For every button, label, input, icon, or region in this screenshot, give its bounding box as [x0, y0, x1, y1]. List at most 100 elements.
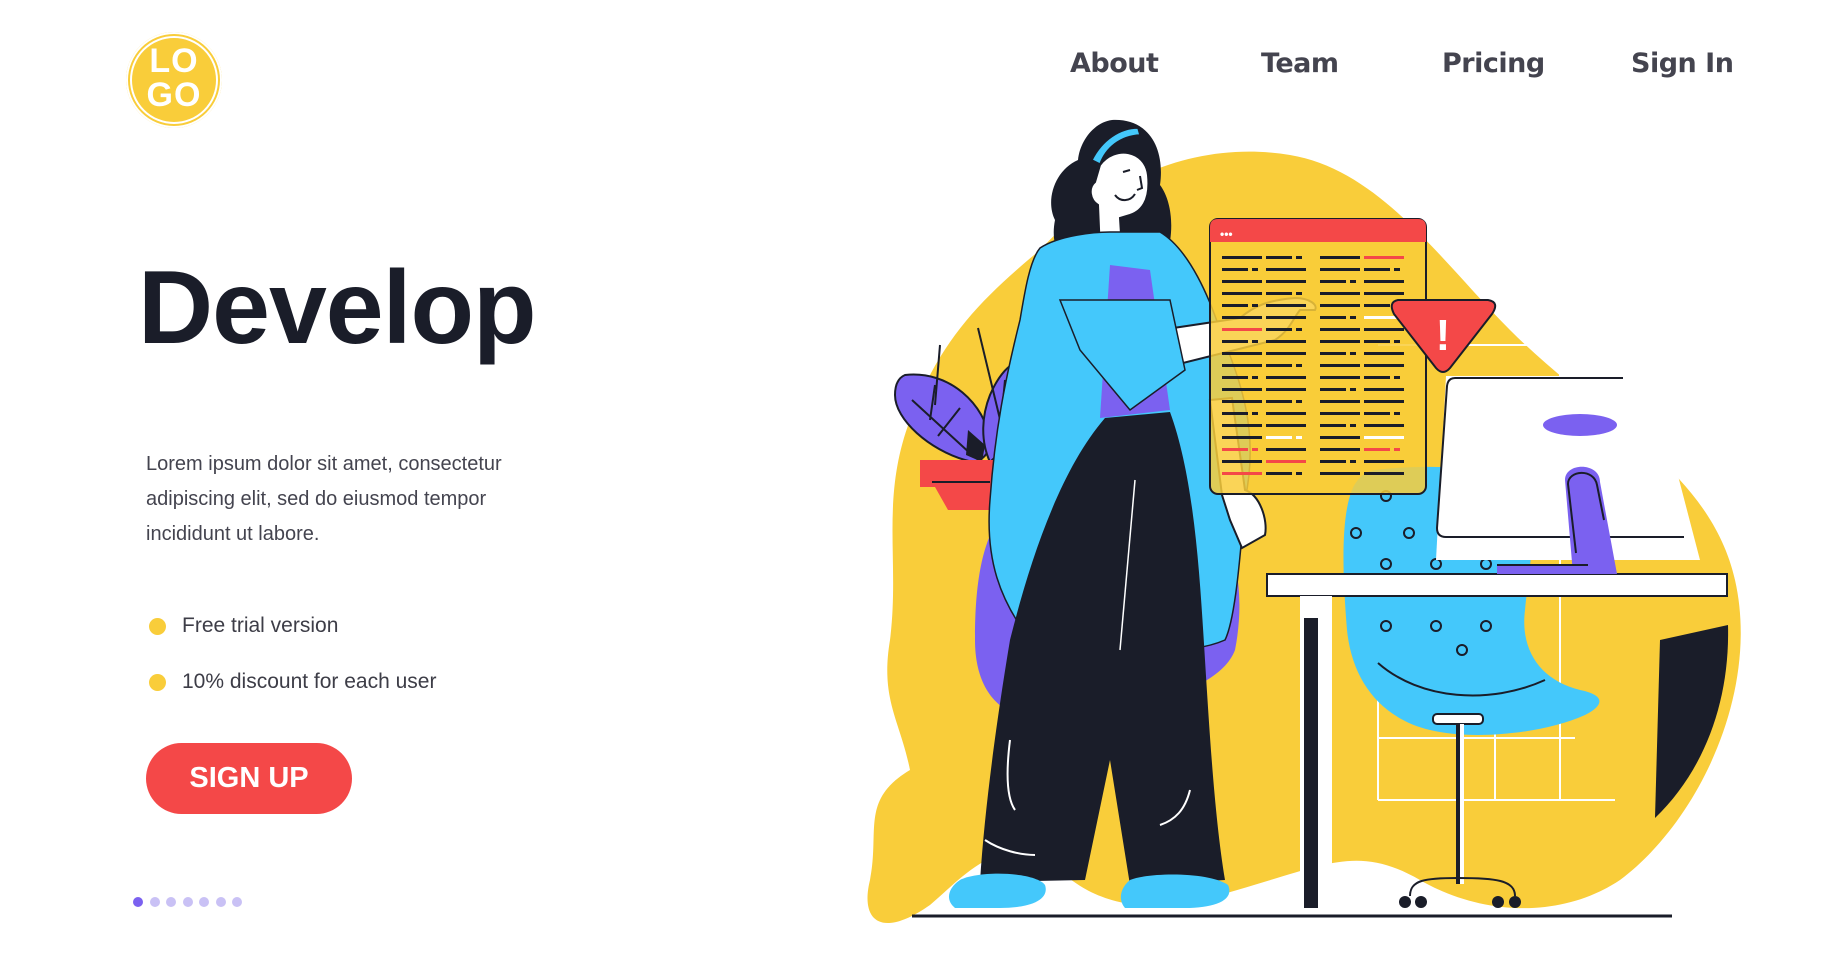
code-line	[1364, 448, 1390, 451]
alert-symbol: !	[1436, 311, 1451, 360]
code-line	[1266, 292, 1292, 295]
code-line	[1252, 412, 1258, 415]
code-line	[1320, 460, 1346, 463]
code-line	[1394, 340, 1400, 343]
code-line	[1266, 460, 1306, 463]
code-line	[1222, 436, 1262, 439]
code-line	[1364, 340, 1390, 343]
code-line	[1320, 376, 1360, 379]
code-line	[1222, 472, 1262, 475]
window-dots-icon: •••	[1220, 227, 1233, 241]
code-line	[1364, 292, 1404, 295]
code-line	[1252, 304, 1258, 307]
code-line	[1350, 316, 1356, 319]
code-line	[1364, 460, 1404, 463]
code-line	[1296, 436, 1302, 439]
code-line	[1350, 424, 1356, 427]
code-line	[1364, 388, 1404, 391]
code-line	[1364, 364, 1404, 367]
code-line	[1320, 400, 1360, 403]
code-line	[1222, 340, 1248, 343]
code-line	[1350, 388, 1356, 391]
code-line	[1364, 304, 1390, 307]
code-line	[1266, 256, 1292, 259]
code-line	[1320, 352, 1346, 355]
code-line	[1266, 436, 1292, 439]
code-line	[1266, 400, 1292, 403]
code-line	[1252, 376, 1258, 379]
code-line	[1266, 448, 1306, 451]
code-line	[1266, 364, 1292, 367]
code-line	[1320, 448, 1360, 451]
code-line	[1320, 388, 1346, 391]
code-line	[1394, 268, 1400, 271]
code-line	[1320, 292, 1360, 295]
code-line	[1266, 268, 1306, 271]
code-line	[1222, 256, 1262, 259]
developer-illustration: ••• !	[867, 119, 1741, 924]
code-line	[1364, 412, 1390, 415]
code-line	[1266, 472, 1292, 475]
code-line	[1222, 376, 1248, 379]
code-line	[1222, 268, 1248, 271]
code-line	[1266, 316, 1306, 319]
code-line	[1320, 268, 1360, 271]
code-line	[1296, 472, 1302, 475]
code-line	[1296, 328, 1302, 331]
code-line	[1266, 352, 1306, 355]
code-line	[1266, 376, 1306, 379]
code-line	[1364, 256, 1404, 259]
code-line	[1222, 400, 1262, 403]
code-line	[1350, 280, 1356, 283]
code-line	[1296, 256, 1302, 259]
code-line	[1252, 448, 1258, 451]
code-line	[1222, 364, 1262, 367]
code-line	[1296, 400, 1302, 403]
code-line	[1320, 328, 1360, 331]
code-line	[1222, 424, 1262, 427]
code-line	[1320, 472, 1360, 475]
code-line	[1364, 424, 1404, 427]
code-line	[1222, 460, 1262, 463]
code-line	[1266, 412, 1306, 415]
code-line	[1266, 304, 1306, 307]
code-line	[1222, 448, 1248, 451]
computer-monitor[interactable]	[1435, 376, 1700, 574]
code-line	[1320, 304, 1360, 307]
code-line	[1320, 412, 1360, 415]
code-line	[1320, 364, 1360, 367]
code-line	[1364, 280, 1404, 283]
code-line	[1394, 448, 1400, 451]
code-line	[1222, 328, 1262, 331]
code-line	[1222, 388, 1262, 391]
code-line	[1394, 376, 1400, 379]
code-line	[1364, 352, 1404, 355]
code-line	[1364, 328, 1404, 331]
code-line	[1222, 304, 1248, 307]
code-line	[1364, 436, 1404, 439]
code-line	[1252, 340, 1258, 343]
code-line	[1320, 316, 1346, 319]
code-line	[1320, 256, 1360, 259]
code-line	[1266, 388, 1306, 391]
code-line	[1364, 400, 1404, 403]
code-line	[1320, 436, 1360, 439]
code-window: •••	[1209, 218, 1427, 495]
code-line	[1394, 412, 1400, 415]
code-line	[1266, 424, 1306, 427]
code-line	[1364, 376, 1390, 379]
code-line	[1296, 292, 1302, 295]
code-line	[1222, 316, 1262, 319]
code-line	[1320, 424, 1346, 427]
code-line	[1364, 268, 1390, 271]
code-line	[1266, 340, 1306, 343]
code-line	[1252, 268, 1258, 271]
code-line	[1222, 280, 1262, 283]
code-line	[1222, 352, 1262, 355]
code-line	[1222, 292, 1262, 295]
code-line	[1222, 412, 1248, 415]
code-line	[1320, 340, 1360, 343]
code-line	[1350, 352, 1356, 355]
code-line	[1350, 460, 1356, 463]
code-line	[1266, 280, 1306, 283]
